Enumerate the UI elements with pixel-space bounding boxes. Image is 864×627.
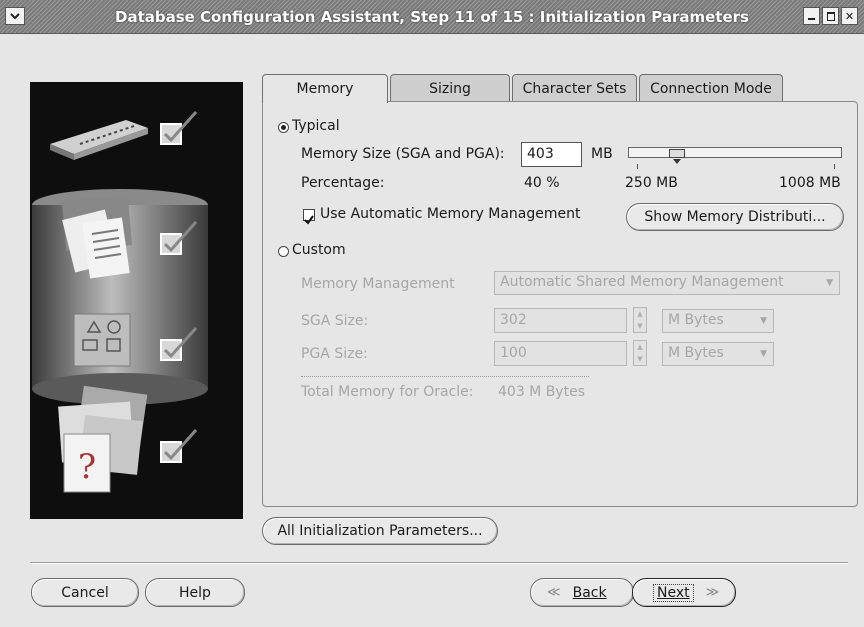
sga-size-label: SGA Size:	[301, 313, 369, 329]
sga-size-input[interactable]: 302	[494, 308, 627, 333]
amm-checkbox[interactable]	[303, 209, 315, 225]
memory-size-label: Memory Size (SGA and PGA):	[301, 146, 505, 162]
pga-size-label: PGA Size:	[301, 346, 368, 362]
spinner-up-icon: ▲	[637, 310, 643, 318]
amm-label[interactable]: Use Automatic Memory Management	[320, 206, 580, 222]
next-arrow-icon: ≫	[705, 585, 720, 600]
memory-management-label: Memory Management	[301, 276, 455, 292]
next-button[interactable]: Next ≫	[632, 578, 736, 607]
memory-management-select[interactable]: Automatic Shared Memory Management ▼	[494, 271, 840, 295]
total-divider	[301, 376, 589, 377]
show-memory-distribution-button[interactable]: Show Memory Distributi...	[626, 203, 844, 231]
window-title: Database Configuration Assistant, Step 1…	[115, 8, 749, 26]
slider-max-label: 1008 MB	[779, 175, 841, 191]
dropdown-arrow-icon: ▼	[760, 349, 767, 359]
help-button[interactable]: Help	[145, 578, 245, 607]
pga-size-input[interactable]: 100	[494, 341, 627, 366]
minimize-button[interactable]	[803, 7, 820, 25]
step-checkmark-icon	[160, 111, 198, 145]
shapes-icon	[73, 313, 131, 367]
slider-thumb-icon	[672, 159, 681, 164]
title-bar: Database Configuration Assistant, Step 1…	[0, 0, 864, 34]
maximize-icon	[826, 11, 835, 21]
window-controls: ✕	[803, 7, 858, 25]
tab-character-sets[interactable]: Character Sets	[512, 74, 637, 102]
back-button[interactable]: ≪ Back	[530, 578, 634, 607]
memory-size-unit: MB	[591, 146, 613, 162]
total-memory-label: Total Memory for Oracle:	[301, 384, 474, 400]
spinner-up-icon: ▲	[637, 343, 643, 351]
pga-unit-select[interactable]: M Bytes ▼	[662, 342, 774, 366]
tab-memory[interactable]: Memory	[262, 74, 388, 103]
sga-unit-select[interactable]: M Bytes ▼	[662, 309, 774, 333]
percentage-value: 40 %	[524, 175, 560, 191]
wizard-illustration: ?	[30, 82, 243, 519]
memory-chip-icon	[50, 120, 148, 160]
spinner-down-icon: ▼	[637, 355, 643, 363]
close-icon: ✕	[844, 9, 855, 23]
spinner-down-icon: ▼	[637, 322, 643, 330]
typical-radio[interactable]	[278, 122, 289, 133]
step-checkmark-icon	[160, 429, 198, 463]
sga-size-spinner[interactable]: ▲ ▼	[633, 307, 647, 333]
minimize-icon	[808, 17, 815, 20]
svg-text:?: ?	[78, 447, 96, 487]
slider-tick	[834, 164, 835, 169]
custom-label[interactable]: Custom	[292, 242, 346, 258]
memory-size-input[interactable]: 403	[521, 142, 582, 167]
slider-tick	[637, 164, 638, 169]
dropdown-arrow-icon: ▼	[760, 316, 767, 326]
slider-min-label: 250 MB	[625, 175, 678, 191]
custom-radio[interactable]	[278, 246, 289, 257]
percentage-label: Percentage:	[301, 175, 385, 191]
pga-size-spinner[interactable]: ▲ ▼	[633, 340, 647, 366]
memory-slider-thumb[interactable]	[668, 149, 685, 164]
tab-sizing[interactable]: Sizing	[390, 74, 510, 102]
total-memory-value: 403 M Bytes	[498, 384, 585, 400]
dropdown-arrow-icon: ▼	[826, 278, 833, 288]
check-icon	[304, 215, 314, 225]
memory-size-slider[interactable]	[628, 147, 842, 158]
footer-separator	[30, 562, 848, 564]
typical-label[interactable]: Typical	[292, 118, 340, 134]
cancel-button[interactable]: Cancel	[31, 578, 139, 607]
close-button[interactable]: ✕	[841, 7, 858, 25]
all-initialization-parameters-button[interactable]: All Initialization Parameters...	[262, 517, 498, 545]
maximize-button[interactable]	[822, 7, 839, 25]
tab-connection-mode[interactable]: Connection Mode	[639, 74, 783, 102]
back-arrow-icon: ≪	[547, 585, 561, 600]
